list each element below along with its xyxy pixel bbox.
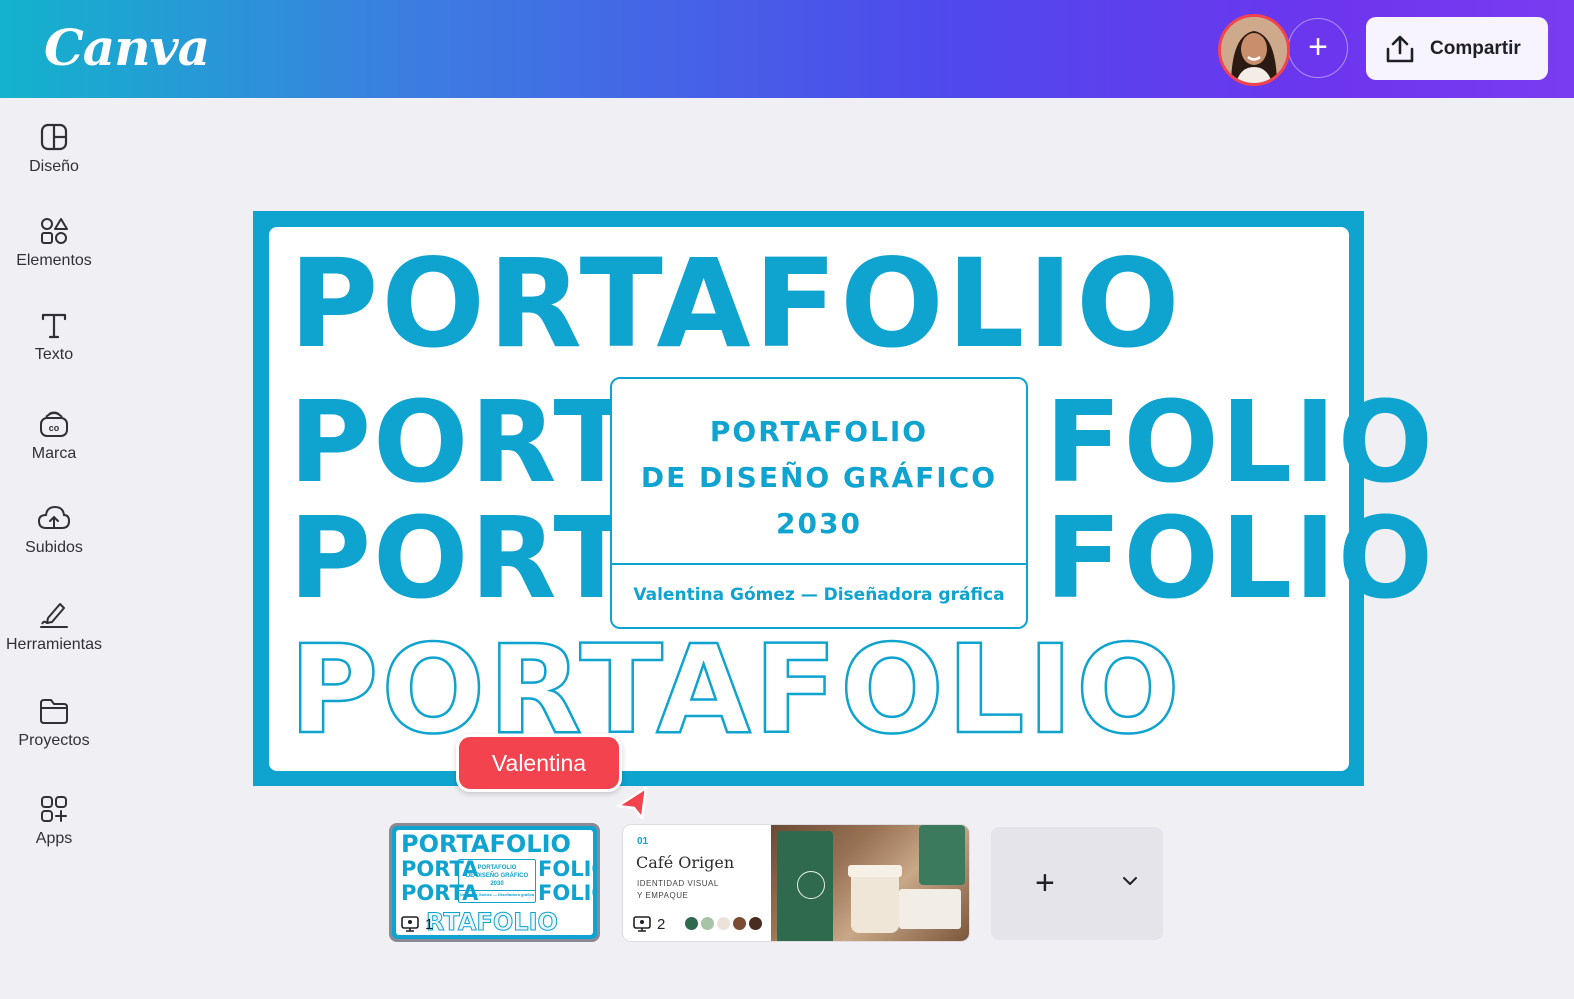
slide-word-folio[interactable]: FOLIO bbox=[1045, 387, 1435, 499]
thumb2-index: 01 bbox=[637, 836, 649, 847]
center-title-line: DE DISEÑO GRÁFICO bbox=[640, 461, 998, 494]
page-number-badge: 1 bbox=[400, 915, 433, 933]
thumb2-subtitle-line: Y EMPAQUE bbox=[637, 891, 689, 900]
sidebar-item-label: Herramientas bbox=[5, 636, 103, 653]
coffee-packaging-photo bbox=[771, 825, 969, 941]
coffee-cup bbox=[848, 865, 902, 933]
add-collaborator-button[interactable]: + bbox=[1288, 18, 1348, 78]
color-palette bbox=[685, 917, 762, 930]
share-button-label: Compartir bbox=[1430, 37, 1521, 59]
collaborator-cursor-label: Valentina bbox=[456, 734, 622, 792]
sidebar-item-label: Proyectos bbox=[18, 732, 90, 749]
palette-swatch bbox=[717, 917, 730, 930]
sidebar-item-subidos[interactable]: Subidos bbox=[0, 503, 108, 557]
slide-title-portafolio[interactable]: PORTAFOLIO bbox=[289, 243, 1183, 365]
sidebar-item-label: Texto bbox=[34, 346, 74, 363]
coffee-box bbox=[899, 889, 961, 929]
top-bar: Canva + Compartir bbox=[0, 0, 1574, 98]
center-title-line: 2030 bbox=[776, 507, 862, 540]
palette-swatch bbox=[701, 917, 714, 930]
presentation-icon bbox=[401, 916, 419, 932]
thumb-box-line: DE DISEÑO GRÁFICO bbox=[465, 873, 529, 879]
slide-outline-portafolio[interactable]: PORTAFOLIO bbox=[288, 628, 1183, 753]
center-title-line: PORTAFOLIO bbox=[709, 415, 929, 448]
page-number: 1 bbox=[425, 915, 434, 933]
add-page-button[interactable]: + bbox=[991, 827, 1163, 940]
thumb-box-sub: Valentina Gómez — Diseñadora gráfica bbox=[459, 890, 535, 897]
thumb2-subtitle-line: IDENTIDAD VISUAL bbox=[637, 879, 719, 888]
slide-canvas[interactable]: PORTAFOLIO PORTA PORTA FOLIO FOLIO PORTA… bbox=[253, 211, 1433, 786]
thumb-box-line: PORTAFOLIO bbox=[477, 865, 517, 871]
sidebar-item-label: Diseño bbox=[29, 158, 79, 175]
collaborator-cursor-icon bbox=[616, 786, 648, 820]
page-number-badge: 2 bbox=[632, 915, 665, 933]
bag-emblem bbox=[797, 871, 825, 899]
palette-swatch bbox=[733, 917, 746, 930]
share-button[interactable]: Compartir bbox=[1366, 17, 1548, 80]
coffee-bag bbox=[919, 825, 965, 885]
coffee-bag bbox=[777, 831, 833, 941]
sidebar-item-elementos[interactable]: Elementos bbox=[0, 216, 108, 270]
thumb-outline-word: RTAFOLIO bbox=[426, 908, 559, 936]
text-icon bbox=[41, 313, 67, 339]
canva-logo[interactable]: Canva bbox=[44, 18, 210, 77]
shapes-icon bbox=[41, 218, 68, 244]
svg-text:co: co bbox=[49, 423, 60, 433]
draw-tool-icon bbox=[40, 603, 68, 628]
palette-swatch bbox=[749, 917, 762, 930]
folder-icon bbox=[40, 699, 68, 724]
sidebar-item-marca[interactable]: co Marca bbox=[0, 407, 108, 463]
sidebar-item-herramientas[interactable]: Herramientas bbox=[0, 598, 108, 654]
sidebar-item-label: Apps bbox=[35, 830, 73, 847]
thumb2-title: Café Origen bbox=[636, 853, 735, 872]
chevron-down-icon[interactable] bbox=[1121, 875, 1139, 887]
center-author-line: Valentina Gómez — Diseñadora gráfica bbox=[633, 585, 1005, 605]
sidebar-item-label: Subidos bbox=[25, 539, 83, 556]
page-number: 2 bbox=[657, 915, 666, 933]
palette-swatch bbox=[685, 917, 698, 930]
thumb-word: FOLIO bbox=[538, 857, 597, 881]
brand-icon: co bbox=[40, 411, 68, 437]
user-photo bbox=[1221, 17, 1287, 83]
layout-icon bbox=[40, 123, 68, 151]
page-thumbnail-1[interactable]: PORTAFOLIO PORTA PORTA FOLIO FOLIO PORTA… bbox=[389, 823, 600, 942]
presentation-icon bbox=[633, 916, 651, 932]
avatar[interactable] bbox=[1218, 14, 1290, 86]
sidebar-item-apps[interactable]: Apps bbox=[0, 794, 108, 848]
thumb-word: PORTAFOLIO bbox=[401, 830, 571, 858]
sidebar-item-proyectos[interactable]: Proyectos bbox=[0, 696, 108, 750]
cloud-upload-icon bbox=[37, 505, 71, 529]
apps-grid-icon bbox=[41, 796, 67, 822]
sidebar-item-label: Elementos bbox=[16, 252, 92, 269]
thumb-word: FOLIO bbox=[538, 881, 597, 905]
thumb2-subtitle: IDENTIDAD VISUAL Y EMPAQUE bbox=[637, 878, 719, 902]
sidebar-item-diseno[interactable]: Diseño bbox=[0, 122, 108, 176]
sidebar-item-texto[interactable]: Texto bbox=[0, 310, 108, 364]
upload-share-icon bbox=[1386, 35, 1414, 62]
page-thumbnail-2[interactable]: 01 Café Origen IDENTIDAD VISUAL Y EMPAQU… bbox=[623, 825, 969, 941]
thumb-box-line: 2030 bbox=[490, 881, 504, 887]
slide-word-folio[interactable]: FOLIO bbox=[1045, 503, 1435, 615]
slide-center-box[interactable]: PORTAFOLIO DE DISEÑO GRÁFICO 2030 Valent… bbox=[610, 377, 1028, 629]
slide-inner-frame: PORTAFOLIO PORTA PORTA FOLIO FOLIO PORTA… bbox=[269, 227, 1433, 771]
sidebar-item-label: Marca bbox=[31, 445, 77, 462]
center-divider bbox=[612, 563, 1026, 565]
thumb-center-box: PORTAFOLIO DE DISEÑO GRÁFICO 2030 Valent… bbox=[458, 859, 536, 903]
plus-icon: + bbox=[1035, 864, 1055, 902]
